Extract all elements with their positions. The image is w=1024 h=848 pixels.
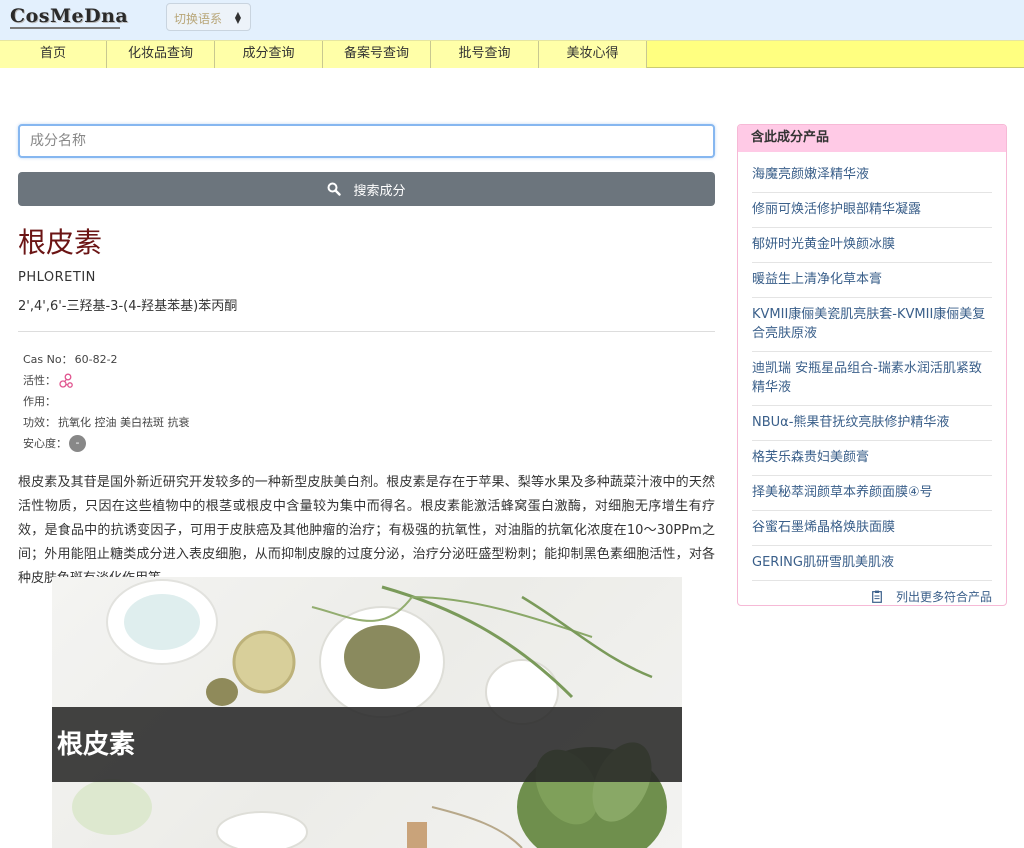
active-molecule-icon	[59, 373, 73, 388]
product-link[interactable]: GERING肌研雪肌美肌液	[752, 546, 992, 581]
ingredient-chemical-name: 2',4',6'-三羟基-3-(4-羟基苯基)苯丙酮	[18, 299, 238, 314]
cas-value: 60-82-2	[74, 353, 118, 366]
product-link[interactable]: KVMII康俪美瓷肌亮肤套-KVMII康俪美复合亮肤原液	[752, 298, 992, 352]
product-link[interactable]: 格芙乐森贵妇美颜膏	[752, 441, 992, 476]
activity-label: 活性：	[23, 374, 56, 387]
ingredient-hero-image: 根皮素	[52, 577, 682, 848]
ingredient-title: 根皮素	[18, 226, 103, 259]
ingredient-search-input[interactable]	[18, 124, 715, 158]
language-select[interactable]: 切换语系 ▲ ▼	[166, 3, 251, 31]
activity-row: 活性：	[18, 370, 715, 391]
nav-item-home[interactable]: 首页	[0, 41, 107, 68]
top-bar: CosMeDna 切换语系 ▲ ▼	[0, 0, 1024, 40]
safety-row: 安心度： -	[18, 433, 715, 454]
product-link[interactable]: 修丽可焕活修护眼部精华凝露	[752, 193, 992, 228]
product-link[interactable]: 择美秘萃润颜草本养颜面膜④号	[752, 476, 992, 511]
related-products-panel: 含此成分产品 海魔亮颜嫩泽精华液 修丽可焕活修护眼部精华凝露 郁妍时光黄金叶焕颜…	[737, 124, 1007, 606]
list-more-products-link[interactable]: 列出更多符合产品	[738, 588, 1006, 605]
function-value: 抗氧化 控油 美白祛斑 抗衰	[58, 416, 190, 429]
clipboard-icon	[872, 590, 883, 603]
ingredient-description: 根皮素及其苷是国外新近研究开发较多的一种新型皮肤美白剂。根皮素是存在于苹果、梨等…	[18, 475, 715, 586]
nav-item-record-search[interactable]: 备案号查询	[323, 41, 431, 68]
effect-label: 作用：	[23, 395, 56, 408]
hero-title: 根皮素	[57, 730, 136, 760]
ingredient-english-name: PHLORETIN	[18, 270, 96, 285]
function-row: 功效： 抗氧化 控油 美白祛斑 抗衰	[18, 412, 715, 433]
list-more-products-label: 列出更多符合产品	[895, 590, 992, 604]
search-icon	[327, 182, 342, 196]
product-link[interactable]: NBUα-熊果苷抚纹亮肤修护精华液	[752, 406, 992, 441]
site-logo[interactable]: CosMeDna	[10, 5, 128, 27]
product-link[interactable]: 迪凯瑞 安瓶星品组合-瑞素水润活肌紧致精华液	[752, 352, 992, 406]
logo-underline	[10, 27, 120, 29]
main-nav: 首页 化妆品查询 成分查询 备案号查询 批号查询 美妆心得	[0, 40, 1024, 68]
effect-row: 作用：	[18, 391, 715, 412]
search-ingredient-button[interactable]: 搜索成分	[18, 172, 715, 206]
search-button-label: 搜索成分	[353, 183, 406, 199]
nav-filler	[647, 41, 1024, 67]
product-link[interactable]: 郁妍时光黄金叶焕颜冰膜	[752, 228, 992, 263]
safety-label: 安心度：	[23, 437, 67, 450]
hero-title-band	[52, 707, 682, 782]
cas-label: Cas No：	[23, 353, 73, 366]
main-content: 搜索成分 根皮素 PHLORETIN 2',4',6'-三羟基-3-(4-羟基苯…	[18, 124, 715, 591]
product-link[interactable]: 谷蜜石墨烯晶格焕肤面膜	[752, 511, 992, 546]
nav-item-ingredient-search[interactable]: 成分查询	[215, 41, 323, 68]
cas-row: Cas No： 60-82-2	[18, 349, 715, 370]
product-list: 海魔亮颜嫩泽精华液 修丽可焕活修护眼部精华凝露 郁妍时光黄金叶焕颜冰膜 暖益生上…	[738, 152, 1006, 581]
nav-item-cosmetic-search[interactable]: 化妆品查询	[107, 41, 215, 68]
function-label: 功效：	[23, 416, 56, 429]
nav-item-beauty-tips[interactable]: 美妆心得	[539, 41, 647, 68]
related-products-title: 含此成分产品	[738, 125, 1006, 152]
ingredient-properties: Cas No： 60-82-2 活性： 作用： 功效： 抗氧化 控油 美白祛斑 …	[18, 349, 715, 454]
language-select-label: 切换语系	[174, 12, 223, 26]
updown-caret-icon: ▲ ▼	[234, 10, 241, 25]
nav-item-batch-search[interactable]: 批号查询	[431, 41, 539, 68]
product-link[interactable]: 海魔亮颜嫩泽精华液	[752, 158, 992, 193]
safety-badge: -	[69, 435, 86, 452]
divider	[18, 331, 715, 332]
product-link[interactable]: 暖益生上清净化草本膏	[752, 263, 992, 298]
